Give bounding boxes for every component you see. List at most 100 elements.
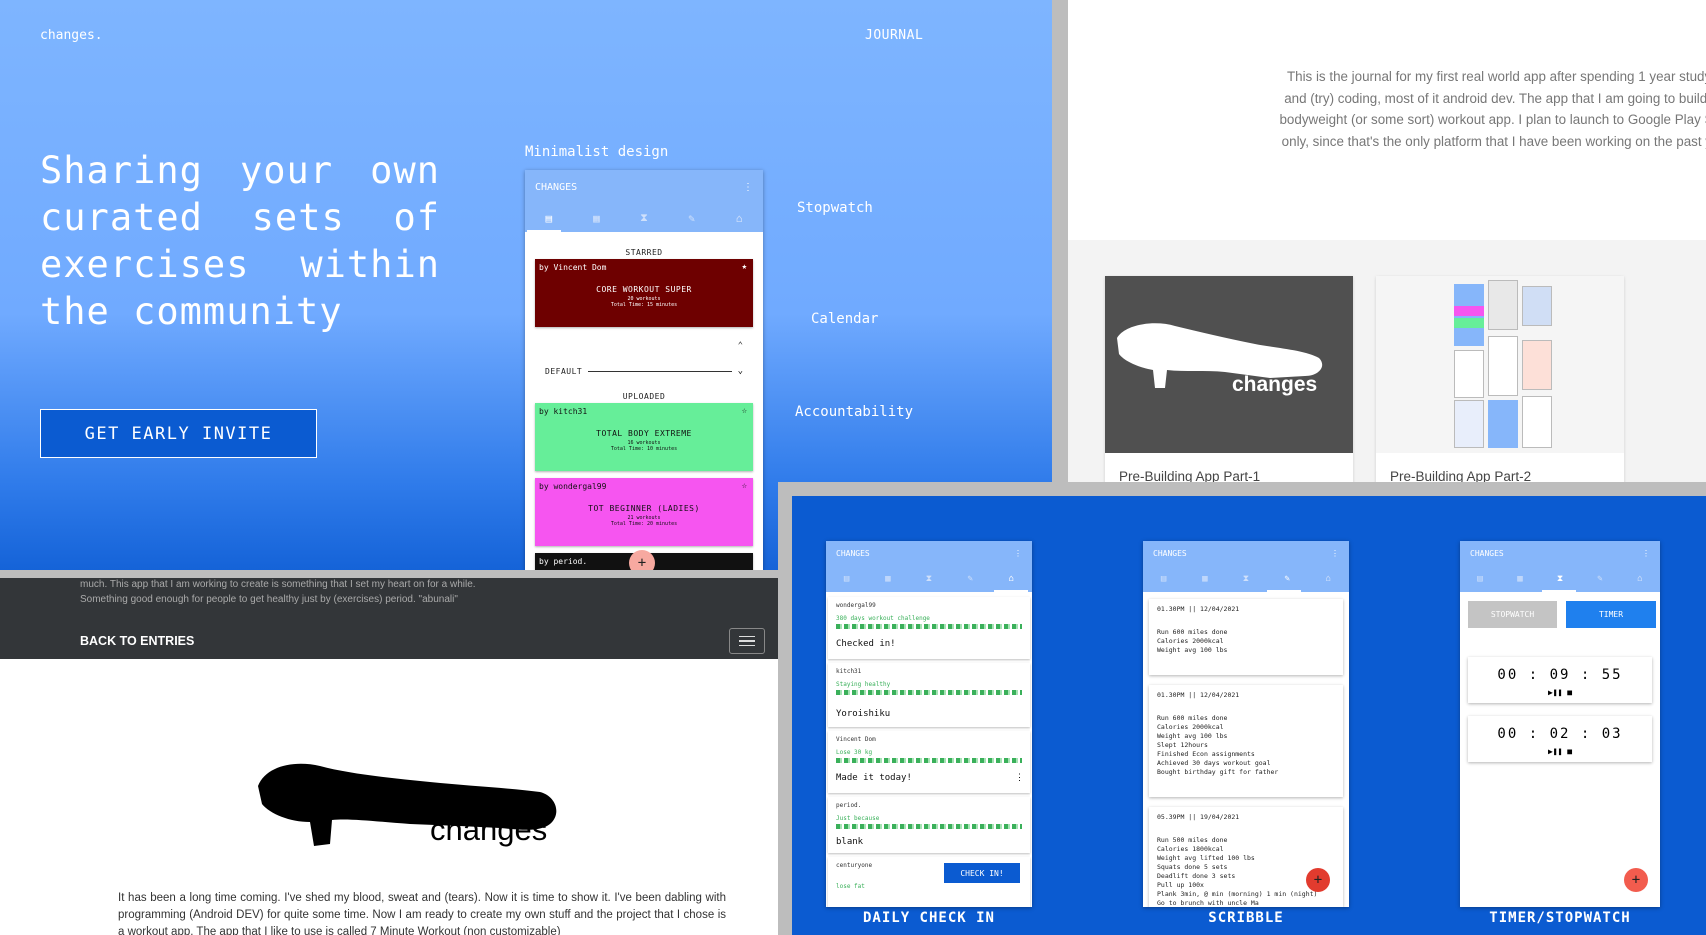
journal-entry-card[interactable]: Pre-Building App Part-2 bbox=[1376, 276, 1624, 482]
section-uploaded: UPLOADED bbox=[622, 392, 666, 401]
brand-logo[interactable]: changes. bbox=[40, 28, 103, 43]
checkin-goal: lose fat bbox=[836, 883, 865, 890]
checkin-goal: Lose 30 kg bbox=[836, 749, 873, 756]
note-line: Squats done 5 sets bbox=[1157, 863, 1228, 871]
tab-scribble-icon[interactable]: ✎ bbox=[1277, 574, 1297, 584]
app-tab-bar: ▤ ▦ ⧗ ✎ ⌂ bbox=[826, 566, 1032, 592]
overflow-menu-icon[interactable]: ⋮ bbox=[1014, 549, 1022, 558]
star-outline-icon[interactable]: ☆ bbox=[742, 481, 747, 491]
tab-sets-icon[interactable]: ▤ bbox=[1470, 574, 1490, 584]
add-note-fab-button[interactable]: + bbox=[1306, 868, 1330, 892]
checkin-card[interactable]: wondergal99 380 days workout challenge C… bbox=[828, 597, 1030, 659]
timer-card[interactable]: 00 : 02 : 03 ▶❚❚ ■ bbox=[1468, 716, 1652, 762]
default-section-header[interactable]: DEFAULT ⌄ bbox=[545, 366, 743, 376]
streak-dots bbox=[836, 824, 1022, 829]
note-line: Bought birthday gift for father bbox=[1157, 768, 1279, 776]
play-pause-stop-icon[interactable]: ▶❚❚ ■ bbox=[1468, 688, 1652, 697]
checkin-user: wondergal99 bbox=[836, 602, 876, 609]
screenshot-thumb bbox=[1488, 280, 1518, 330]
journal-entry-card[interactable]: changes Pre-Building App Part-1 bbox=[1105, 276, 1353, 482]
tab-calendar-icon[interactable]: ▦ bbox=[1195, 574, 1215, 584]
add-timer-fab-button[interactable]: + bbox=[1624, 868, 1648, 892]
checkin-card[interactable]: period. Just because blank bbox=[828, 797, 1030, 853]
screenshot-thumb bbox=[1454, 350, 1484, 398]
tab-timer-icon[interactable]: ⧗ bbox=[1236, 574, 1256, 584]
blog-logo: changes bbox=[250, 748, 610, 868]
back-to-entries-link[interactable]: BACK TO ENTRIES bbox=[80, 634, 194, 648]
card-time: Total Time: 20 minutes bbox=[610, 521, 678, 527]
timer-readout: 00 : 09 : 55 bbox=[1497, 667, 1623, 683]
tab-scribble-icon[interactable]: ✎ bbox=[682, 212, 702, 225]
checkin-card[interactable]: centuryone lose fat CHECK IN! bbox=[828, 857, 1030, 907]
checkin-user: Vincent Dom bbox=[836, 736, 876, 743]
card-title: CORE WORKOUT SUPER bbox=[596, 285, 692, 294]
caption-scribble: SCRIBBLE bbox=[1208, 910, 1284, 926]
workout-card[interactable]: by wondergal99 ☆ TOT BEGINNER (LADIES) 2… bbox=[535, 478, 753, 546]
tab-sets-icon[interactable]: ▤ bbox=[837, 574, 857, 584]
tab-timer-icon[interactable]: ⧗ bbox=[1550, 574, 1570, 584]
section-starred: STARRED bbox=[625, 248, 663, 257]
add-fab-button[interactable]: + bbox=[629, 550, 655, 570]
check-in-button[interactable]: CHECK IN! bbox=[944, 863, 1020, 883]
tab-sets-icon[interactable]: ▤ bbox=[1154, 574, 1174, 584]
expand-chevron-icon[interactable]: ⌄ bbox=[738, 366, 743, 376]
streak-dots bbox=[836, 624, 1022, 629]
blog-body-text: It has been a long time coming. I've she… bbox=[118, 892, 726, 935]
feature-label-stopwatch: Stopwatch bbox=[797, 200, 873, 216]
nav-journal-link[interactable]: JOURNAL bbox=[865, 28, 923, 43]
play-pause-stop-icon[interactable]: ▶❚❚ ■ bbox=[1468, 747, 1652, 756]
timer-readout: 00 : 02 : 03 bbox=[1497, 726, 1623, 742]
tab-timer-icon[interactable]: ⧗ bbox=[919, 574, 939, 584]
workout-card[interactable]: by Vincent Dom ★ CORE WORKOUT SUPER 20 w… bbox=[535, 259, 753, 327]
app-toolbar: CHANGES ⋮ bbox=[1143, 541, 1349, 566]
overflow-menu-icon[interactable]: ⋮ bbox=[743, 182, 753, 193]
scribble-note[interactable]: 05.39PM || 19/04/2021 Run 500 miles done… bbox=[1149, 807, 1343, 907]
overflow-menu-icon[interactable]: ⋮ bbox=[1642, 549, 1650, 558]
tab-home-icon[interactable]: ⌂ bbox=[1318, 574, 1338, 584]
star-icon[interactable]: ★ bbox=[742, 262, 747, 272]
star-outline-icon[interactable]: ☆ bbox=[742, 406, 747, 416]
tab-home-icon[interactable]: ⌂ bbox=[729, 212, 749, 225]
card-time: Total Time: 15 minutes bbox=[610, 302, 678, 308]
tab-calendar-icon[interactable]: ▦ bbox=[586, 212, 606, 225]
tab-timer-icon[interactable]: ⧗ bbox=[634, 211, 654, 225]
tab-home-icon[interactable]: ⌂ bbox=[1001, 574, 1021, 584]
tab-sets-icon[interactable]: ▤ bbox=[539, 212, 559, 225]
blog-entry-panel: much. This app that I am working to crea… bbox=[0, 578, 778, 935]
card-author: by wondergal99 bbox=[539, 482, 607, 491]
workout-card[interactable]: by kitch31 ☆ TOTAL BODY EXTREME 16 worko… bbox=[535, 403, 753, 471]
tab-home-icon[interactable]: ⌂ bbox=[1630, 574, 1650, 584]
checkin-goal: 380 days workout challenge bbox=[836, 615, 930, 622]
hamburger-menu-icon[interactable] bbox=[729, 628, 765, 654]
tab-calendar-icon[interactable]: ▦ bbox=[1510, 574, 1530, 584]
more-options-icon[interactable]: ⋮ bbox=[1015, 773, 1024, 783]
note-date: 05.39PM || 19/04/2021 bbox=[1157, 813, 1240, 821]
screenshot-thumb bbox=[1488, 336, 1518, 396]
tab-calendar-icon[interactable]: ▦ bbox=[878, 574, 898, 584]
get-early-invite-button[interactable]: GET EARLY INVITE bbox=[40, 409, 317, 458]
tab-scribble-icon[interactable]: ✎ bbox=[960, 574, 980, 584]
section-default: DEFAULT bbox=[545, 366, 583, 376]
entry-caption[interactable]: Pre-Building App Part-1 bbox=[1119, 469, 1260, 482]
note-line: Go to brunch with uncle Ma bbox=[1157, 899, 1259, 907]
scribble-note[interactable]: 01.30PM || 12/04/2021 Run 600 miles done… bbox=[1149, 599, 1343, 675]
timer-toggle-button[interactable]: TIMER bbox=[1566, 601, 1656, 628]
note-line: Calories 2000kcal bbox=[1157, 723, 1224, 731]
blog-navbar: much. This app that I am working to crea… bbox=[0, 578, 778, 659]
blog-logo-text: changes bbox=[430, 812, 548, 847]
screenshot-thumb bbox=[1522, 286, 1552, 326]
scribble-note[interactable]: 01.30PM || 12/04/2021 Run 600 miles done… bbox=[1149, 685, 1343, 797]
screenshot-thumb bbox=[1454, 318, 1484, 328]
entry-thumbnail-collage bbox=[1376, 276, 1624, 453]
stopwatch-toggle-button[interactable]: STOPWATCH bbox=[1468, 601, 1557, 628]
app-phone-mockup: CHANGES ⋮ ▤ ▦ ⧗ ✎ ⌂ STARRED by Vincent D… bbox=[525, 170, 763, 570]
timer-card[interactable]: 00 : 09 : 55 ▶❚❚ ■ bbox=[1468, 657, 1652, 703]
entry-caption[interactable]: Pre-Building App Part-2 bbox=[1390, 469, 1531, 482]
checkin-card[interactable]: Vincent Dom Lose 30 kg Made it today! ⋮ bbox=[828, 731, 1030, 793]
collapse-chevron-icon[interactable]: ⌃ bbox=[738, 341, 743, 351]
overflow-menu-icon[interactable]: ⋮ bbox=[1331, 549, 1339, 558]
checkin-card[interactable]: kitch31 Staying healthy Yoroishiku bbox=[828, 663, 1030, 727]
app-toolbar: CHANGES ⋮ bbox=[525, 170, 763, 204]
tab-scribble-icon[interactable]: ✎ bbox=[1590, 574, 1610, 584]
app-title: CHANGES bbox=[1153, 549, 1187, 558]
